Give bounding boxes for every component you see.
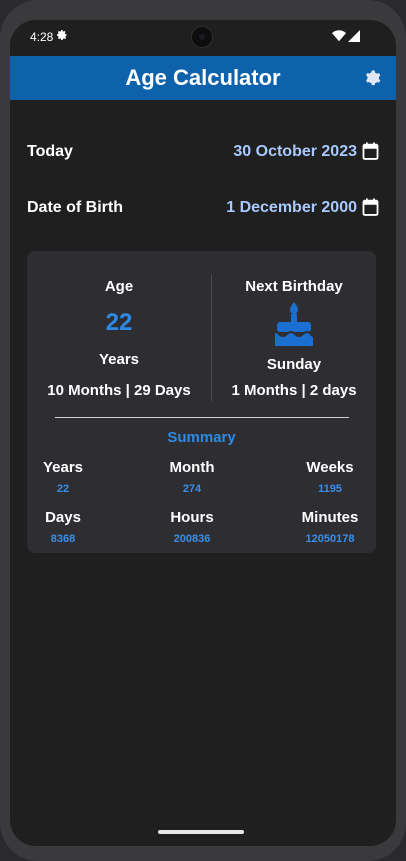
- today-label: Today: [27, 143, 73, 160]
- wifi-icon: [332, 30, 346, 42]
- today-value[interactable]: 30 October 2023: [233, 143, 357, 161]
- dob-value[interactable]: 1 December 2000: [226, 199, 357, 217]
- birthday-cake-icon: [275, 302, 313, 346]
- front-camera: [191, 26, 213, 48]
- stat-weeks: Weeks 1195: [280, 459, 380, 495]
- calendar-icon[interactable]: [362, 198, 379, 216]
- result-card: Age 22 Years 10 Months | 29 Days Next Bi…: [27, 251, 376, 553]
- age-heading: Age: [104, 278, 134, 295]
- stat-hours: Hours 200836: [142, 509, 242, 545]
- screen: 4:28 Age Calculator Today 30 October 202…: [10, 20, 396, 846]
- app-title: Age Calculator: [125, 65, 281, 90]
- phone-frame: 4:28 Age Calculator Today 30 October 202…: [0, 0, 406, 861]
- signal-icon: [348, 30, 360, 42]
- app-bar: Age Calculator: [10, 56, 396, 100]
- today-row: Today 30 October 2023: [27, 137, 379, 167]
- stat-label: Weeks: [306, 459, 354, 476]
- stat-value: 274: [182, 483, 202, 495]
- age-number: 22: [105, 309, 133, 336]
- stat-month: Month 274: [142, 459, 242, 495]
- stat-value: 8368: [50, 533, 76, 545]
- horizontal-divider: [55, 417, 349, 418]
- status-gear-icon: [57, 30, 67, 40]
- gesture-nav-handle[interactable]: [158, 830, 244, 834]
- stat-minutes: Minutes 12050178: [280, 509, 380, 545]
- status-bar: 4:28: [10, 20, 396, 56]
- stat-label: Days: [45, 509, 81, 526]
- stat-label: Minutes: [301, 509, 359, 526]
- stat-label: Years: [42, 459, 84, 476]
- settings-gear-icon[interactable]: [363, 69, 381, 87]
- stat-value: 1195: [318, 483, 342, 495]
- next-birthday-weekday: Sunday: [266, 356, 322, 373]
- age-detail: 10 Months | 29 Days: [47, 382, 191, 399]
- stat-value: 22: [56, 483, 70, 495]
- stat-years: Years 22: [13, 459, 113, 495]
- dob-row: Date of Birth 1 December 2000: [27, 193, 379, 223]
- stat-value: 12050178: [305, 533, 355, 545]
- stat-days: Days 8368: [13, 509, 113, 545]
- stat-label: Month: [169, 459, 215, 476]
- summary-title: Summary: [167, 429, 236, 446]
- dob-label: Date of Birth: [27, 199, 123, 216]
- stat-value: 200836: [173, 533, 211, 545]
- age-unit: Years: [98, 351, 140, 368]
- stat-label: Hours: [170, 509, 214, 526]
- status-time: 4:28: [30, 30, 54, 44]
- calendar-icon[interactable]: [362, 142, 379, 160]
- next-birthday-detail: 1 Months | 2 days: [231, 382, 357, 399]
- next-birthday-heading: Next Birthday: [245, 278, 343, 295]
